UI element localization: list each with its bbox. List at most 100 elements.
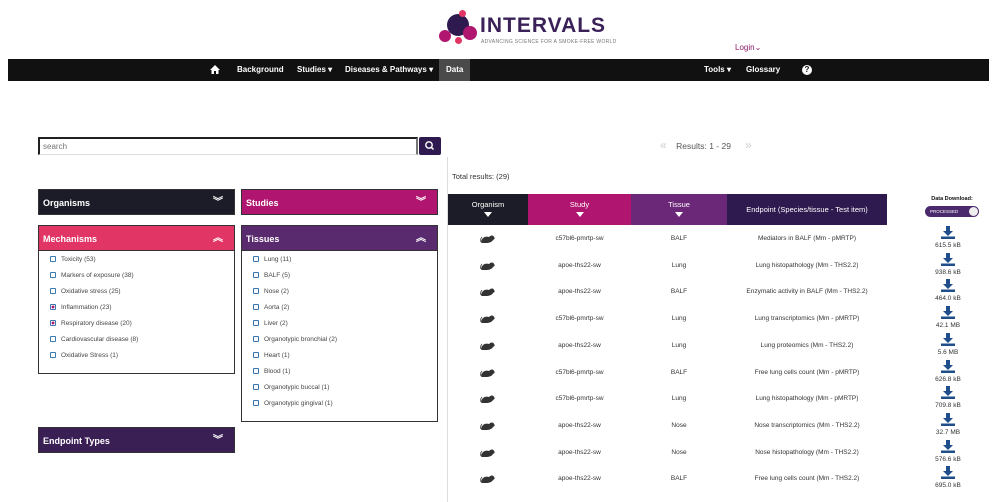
checkbox[interactable] bbox=[50, 288, 56, 294]
intervals-logo[interactable]: INTERVALS ADVANCING SCIENCE FOR A SMOKE-… bbox=[437, 10, 616, 46]
organisms-panel-header[interactable]: Organisms ︾ bbox=[38, 189, 235, 215]
mechanisms-panel-header[interactable]: Mechanisms ︽ bbox=[38, 225, 235, 251]
home-icon[interactable] bbox=[210, 65, 220, 74]
tissue-item[interactable]: Liver (2) bbox=[253, 320, 288, 328]
table-row[interactable]: c57bl6-pmrtp-sw Lung Lung transcriptomics … bbox=[448, 306, 988, 332]
table-row[interactable]: apoe-ths22-sw BALF Free lung cells count (… bbox=[448, 466, 988, 492]
tissue-label: Nose (2) bbox=[264, 288, 289, 295]
checkbox[interactable] bbox=[253, 352, 259, 358]
mechanism-label: Respiratory disease (20) bbox=[61, 320, 132, 327]
download-icon[interactable] bbox=[941, 226, 955, 239]
cell-tissue: Lung bbox=[671, 341, 687, 349]
col-endpoint-header[interactable]: Endpoint (Species/tissue - Test item) bbox=[727, 194, 887, 225]
cell-tissue: BALF bbox=[670, 235, 688, 242]
mechanism-label: Oxidative stress (25) bbox=[61, 288, 121, 295]
mechanism-item[interactable]: Toxicity (53) bbox=[50, 256, 96, 264]
file-size: 615.5 kB bbox=[935, 242, 961, 249]
checkbox[interactable] bbox=[253, 336, 259, 342]
search-input[interactable] bbox=[38, 137, 418, 155]
checkbox[interactable] bbox=[253, 288, 259, 294]
table-row[interactable]: apoe-ths22-sw Lung Lung histopathology (Mm… bbox=[448, 252, 988, 279]
table-row[interactable]: apoe-ths22-sw Nose Nose transcriptomics (M… bbox=[448, 412, 988, 439]
checkbox[interactable] bbox=[253, 272, 259, 278]
file-size: 5.6 MB bbox=[937, 348, 959, 356]
download-icon[interactable] bbox=[941, 359, 955, 373]
download-icon[interactable] bbox=[941, 439, 955, 453]
checkbox[interactable] bbox=[253, 368, 259, 374]
checkbox[interactable] bbox=[50, 352, 56, 358]
col-study-header[interactable]: Study bbox=[528, 194, 631, 225]
studies-title: Studies bbox=[246, 198, 279, 208]
tissue-label: Organotypic buccal (1) bbox=[264, 384, 330, 391]
tissue-item[interactable]: Aorta (2) bbox=[253, 304, 289, 312]
login-link[interactable]: Login⌄ bbox=[735, 43, 761, 52]
table-row[interactable]: c57bl6-pmrtp-sw Lung Lung histopathology (… bbox=[448, 386, 988, 412]
download-icon[interactable] bbox=[941, 252, 955, 266]
tissue-item[interactable]: Nose (2) bbox=[253, 288, 289, 296]
tissue-item[interactable]: Lung (11) bbox=[253, 256, 291, 264]
mechanism-item[interactable]: Oxidative stress (25) bbox=[50, 288, 121, 296]
tissue-item[interactable]: BALF (5) bbox=[253, 272, 290, 280]
logo-tagline: ADVANCING SCIENCE FOR A SMOKE-FREE WORLD bbox=[481, 39, 617, 45]
checkbox[interactable] bbox=[253, 304, 259, 310]
download-icon[interactable] bbox=[941, 306, 955, 320]
nav-diseases-pathways[interactable]: Diseases & Pathways ▾ bbox=[345, 59, 433, 81]
mechanism-item[interactable]: Respiratory disease (20) bbox=[50, 320, 132, 328]
mouse-icon bbox=[480, 258, 496, 270]
nav-studies-label: Studies bbox=[297, 65, 326, 74]
search-button[interactable] bbox=[419, 137, 441, 155]
mechanism-label: Markers of exposure (38) bbox=[61, 272, 134, 279]
mechanism-item[interactable]: Cardiovascular disease (8) bbox=[50, 336, 138, 344]
toggle-label: PROCESSED bbox=[930, 209, 959, 214]
checkbox[interactable] bbox=[50, 256, 56, 262]
table-row[interactable]: apoe-ths22-sw BALF Enzymatic activity in B… bbox=[448, 279, 988, 305]
checkbox[interactable] bbox=[253, 320, 259, 326]
checkbox-checked[interactable] bbox=[50, 304, 56, 310]
caret-down-icon: ▾ bbox=[726, 65, 731, 74]
checkbox-checked[interactable] bbox=[50, 320, 56, 326]
col-tissue-header[interactable]: Tissue bbox=[631, 194, 727, 225]
next-page-icon[interactable]: » bbox=[745, 138, 752, 152]
table-row[interactable]: c57bl6-pmrtp-sw BALF Free lung cells count… bbox=[448, 359, 988, 386]
tissue-label: Organotypic bronchial (2) bbox=[264, 336, 337, 343]
cell-endpoint: Mediators in BALF (Mm - pMRTP) bbox=[757, 235, 857, 242]
checkbox[interactable] bbox=[253, 256, 259, 262]
nav-glossary[interactable]: Glossary bbox=[746, 59, 780, 81]
prev-page-icon[interactable]: « bbox=[660, 138, 667, 152]
mechanism-item[interactable]: Markers of exposure (38) bbox=[50, 272, 134, 280]
table-row[interactable]: c57bl6-pmrtp-sw BALF Mediators in BALF (Mm… bbox=[448, 226, 988, 252]
download-icon[interactable] bbox=[941, 279, 955, 293]
processed-toggle[interactable]: PROCESSED bbox=[925, 206, 979, 217]
table-row[interactable]: apoe-ths22-sw Lung Lung proteomics (Mm - T… bbox=[448, 332, 988, 359]
cell-tissue: Lung bbox=[671, 315, 687, 323]
tissues-panel-header[interactable]: Tissues ︽ bbox=[241, 225, 438, 251]
checkbox[interactable] bbox=[253, 400, 259, 406]
tissue-item[interactable]: Organotypic gingival (1) bbox=[253, 400, 333, 408]
nav-background[interactable]: Background bbox=[237, 59, 284, 81]
chevron-down-icon: ⌄ bbox=[754, 43, 762, 52]
mechanism-item[interactable]: Inflammation (23) bbox=[50, 304, 112, 312]
col-organism-header[interactable]: Organism bbox=[448, 194, 528, 225]
nav-data[interactable]: Data bbox=[439, 59, 471, 81]
tissue-label: Organotypic gingival (1) bbox=[264, 400, 333, 407]
mechanism-item[interactable]: Oxidative Stress (1) bbox=[50, 352, 118, 360]
nav-tools[interactable]: Tools ▾ bbox=[704, 59, 731, 81]
download-icon[interactable] bbox=[941, 332, 955, 346]
tissue-item[interactable]: Organotypic buccal (1) bbox=[253, 384, 329, 392]
tissue-item[interactable]: Heart (1) bbox=[253, 352, 290, 360]
help-icon[interactable]: ? bbox=[802, 65, 812, 75]
tissue-item[interactable]: Organotypic bronchial (2) bbox=[253, 336, 337, 344]
download-icon[interactable] bbox=[941, 412, 955, 426]
endpoint-types-panel-header[interactable]: Endpoint Types ︾ bbox=[38, 427, 235, 453]
table-row[interactable]: apoe-ths22-sw Nose Nose histopathology (Mm… bbox=[448, 439, 988, 466]
nav-studies[interactable]: Studies ▾ bbox=[297, 59, 332, 81]
download-icon[interactable] bbox=[941, 386, 955, 400]
studies-panel-header[interactable]: Studies ︾ bbox=[241, 189, 438, 215]
checkbox[interactable] bbox=[50, 272, 56, 278]
checkbox[interactable] bbox=[253, 384, 259, 390]
checkbox[interactable] bbox=[50, 336, 56, 342]
mouse-icon bbox=[480, 284, 496, 297]
download-icon[interactable] bbox=[941, 466, 955, 480]
chevron-double-down-icon: ︾ bbox=[416, 197, 426, 208]
tissue-item[interactable]: Blood (1) bbox=[253, 368, 290, 376]
